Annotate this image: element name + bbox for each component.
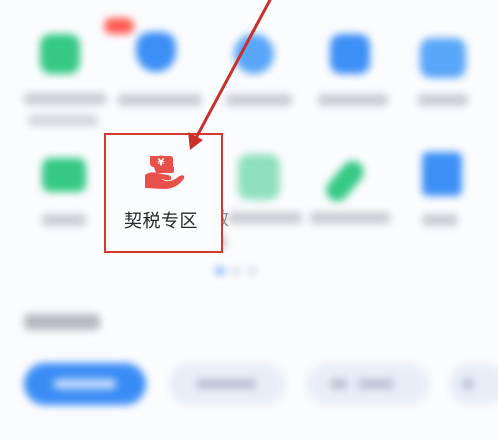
- app-icon: [238, 154, 280, 200]
- app-icon: [42, 158, 86, 192]
- app-label: [310, 212, 390, 224]
- app-icon: [422, 152, 462, 196]
- tax-zone-label: 契税专区: [124, 211, 198, 232]
- new-badge: [104, 18, 134, 34]
- app-label: [418, 94, 468, 106]
- filter-pill[interactable]: [448, 363, 498, 405]
- pill-label: [462, 379, 474, 389]
- app-icon: [234, 34, 274, 74]
- app-label: [318, 94, 388, 106]
- pill-label: [54, 379, 116, 389]
- app-icon: [136, 32, 176, 72]
- app-icon: [321, 156, 369, 206]
- filter-pill[interactable]: [168, 363, 286, 405]
- app-label: [422, 214, 458, 226]
- app-icon: [420, 38, 466, 78]
- tax-zone-icon: ¥: [145, 155, 185, 189]
- app-label-line2: [28, 115, 98, 126]
- pill-label: [330, 379, 348, 389]
- filter-pill[interactable]: [306, 363, 430, 405]
- app-icon: [330, 34, 370, 74]
- app-label: [118, 94, 202, 106]
- tax-zone-item[interactable]: ¥ 契税专区: [104, 133, 223, 253]
- pill-label: [358, 379, 394, 389]
- pill-label: [196, 379, 256, 389]
- section-title: [24, 314, 100, 330]
- app-icon: [40, 34, 80, 74]
- svg-text:¥: ¥: [158, 158, 165, 169]
- page-dot: [232, 267, 240, 275]
- page-dot: [248, 267, 256, 275]
- app-label: [42, 214, 86, 226]
- page-dot-active: [215, 267, 225, 275]
- app-label: [226, 94, 292, 106]
- filter-pill-active[interactable]: [24, 363, 146, 405]
- app-label: [228, 212, 302, 224]
- app-label: [24, 93, 106, 105]
